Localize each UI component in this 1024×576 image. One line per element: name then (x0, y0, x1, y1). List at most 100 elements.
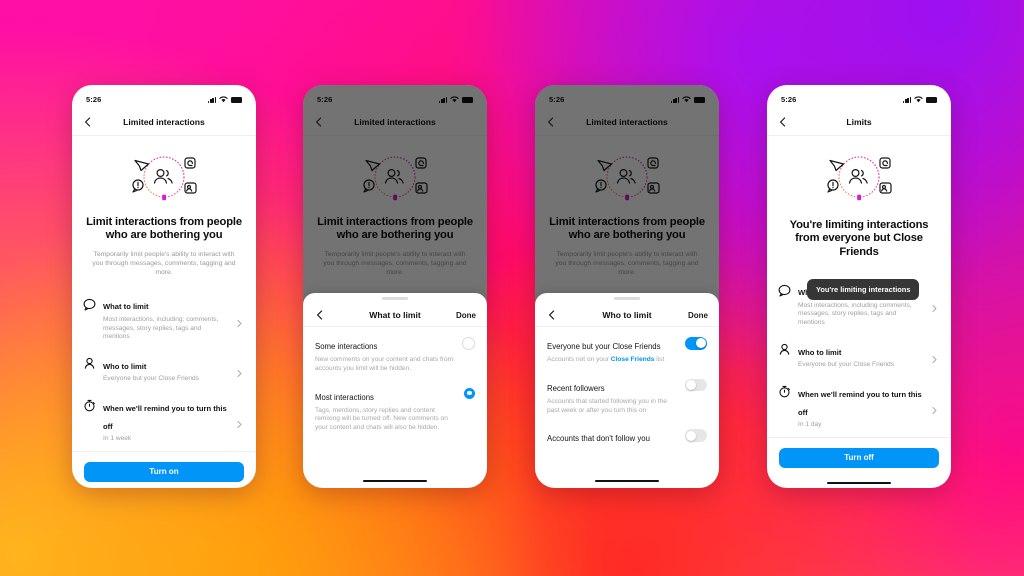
person-icon (777, 343, 791, 357)
battery-icon (231, 97, 242, 103)
toggle-title: Accounts that don't follow you (547, 434, 650, 444)
person-icon (82, 357, 96, 371)
nav-bar: Limited interactions (72, 109, 256, 136)
limits-illustration-icon (816, 150, 902, 206)
home-indicator (767, 478, 951, 488)
sheet-header: What to limit Done (303, 304, 487, 327)
back-chevron-icon[interactable] (82, 116, 94, 128)
option-title: Some interactions (315, 342, 378, 351)
timer-icon (82, 399, 96, 413)
row-title: Who to limit (103, 361, 147, 371)
sub-post: list (654, 356, 665, 363)
toggle-title: Everyone but your Close Friends (547, 342, 661, 351)
row-title: When we'll remind you to turn this off (103, 403, 227, 431)
option-most-interactions[interactable]: Most interactions Tags, mentions, story … (303, 376, 487, 435)
toggle-row-everyone-but-close-friends[interactable]: Everyone but your Close Friends Accounts… (535, 327, 719, 367)
back-chevron-icon[interactable] (545, 116, 557, 128)
signal-icon (903, 96, 911, 103)
hero-title: Limit interactions from people who are b… (86, 216, 242, 242)
sheet-grabber[interactable] (303, 293, 487, 304)
sub-pre: Accounts not on your (547, 356, 611, 363)
row-reminder[interactable]: When we'll remind you to turn this off I… (72, 391, 256, 451)
toggle-everyone-but-close-friends[interactable] (685, 337, 707, 350)
turn-off-button[interactable]: Turn off (779, 447, 939, 468)
status-time: 5:26 (86, 94, 102, 104)
toggle-non-followers[interactable] (685, 429, 707, 442)
chevron-right-icon (930, 351, 939, 364)
back-chevron-icon[interactable] (314, 309, 326, 321)
sheet-header: Who to limit Done (535, 304, 719, 327)
option-title: Most interactions (315, 392, 374, 402)
phone-2: 5:26 Limited interactions (303, 85, 487, 488)
row-title: When we'll remind you to turn this off (798, 389, 922, 417)
status-bar: 5:26 (72, 85, 256, 109)
limiting-interactions-tooltip[interactable]: You're limiting interactions (807, 279, 920, 301)
back-chevron-icon[interactable] (777, 116, 789, 128)
radio-most-interactions[interactable] (464, 387, 475, 399)
who-to-limit-sheet: Who to limit Done Everyone but your Clos… (535, 293, 719, 488)
row-subtitle: In 1 week (103, 435, 132, 443)
row-subtitle: Everyone but your Close Friends (103, 375, 200, 383)
wifi-icon (914, 95, 923, 103)
phone-1: 5:26 Limited interactions Limit interact… (72, 85, 256, 488)
row-subtitle: Most interactions, including: comments, … (103, 315, 219, 341)
wifi-icon (219, 95, 228, 103)
row-reminder[interactable]: When we'll remind you to turn this off I… (767, 377, 951, 437)
chevron-right-icon (235, 315, 244, 327)
option-subtitle: New comments on your content and chats f… (315, 356, 454, 372)
hero-subtitle: Temporarily limit people's ability to in… (92, 250, 236, 277)
chevron-right-icon (930, 402, 939, 415)
page-title: Limits (846, 117, 872, 127)
row-title: Who to limit (798, 347, 842, 357)
timer-icon (777, 385, 791, 399)
turn-on-button[interactable]: Turn on (84, 461, 244, 482)
settings-rows: What to limit Most interactions, includi… (72, 289, 256, 450)
chevron-right-icon (235, 365, 244, 378)
toggle-row-recent-followers[interactable]: Recent followers Accounts that started f… (535, 367, 719, 418)
back-chevron-icon[interactable] (313, 116, 325, 128)
status-bar: 5:26 (767, 85, 951, 109)
toggle-recent-followers[interactable] (685, 378, 707, 392)
hero-section: You're limiting interactions from everyo… (767, 136, 951, 259)
toggle-row-non-followers[interactable]: Accounts that don't follow you (535, 417, 719, 448)
close-friends-link[interactable]: Close Friends (611, 356, 655, 363)
row-title: What to limit (103, 302, 149, 312)
page-title: Limited interactions (123, 117, 205, 127)
option-subtitle: Tags, mentions, story replies and conten… (315, 406, 448, 432)
comment-icon (82, 297, 96, 311)
option-some-interactions[interactable]: Some interactions New comments on your c… (303, 327, 487, 376)
sheet-body: Some interactions New comments on your c… (303, 327, 487, 474)
phone-4: 5:26 Limits You're limiting interactions… (767, 85, 951, 488)
status-time: 5:26 (781, 94, 797, 104)
radio-some-interactions[interactable] (462, 337, 475, 350)
chevron-right-icon (930, 300, 939, 313)
nav-bar: Limits (767, 109, 951, 136)
row-what-to-limit[interactable]: What to limit Most interactions, includi… (72, 289, 256, 348)
chevron-right-icon (235, 416, 244, 429)
footer: Turn on We won't let people know you've … (72, 450, 256, 488)
row-who-to-limit[interactable]: Who to limit Everyone but your Close Fri… (767, 335, 951, 377)
row-subtitle: Most interactions, including comments, m… (798, 301, 912, 326)
toggle-title: Recent followers (547, 383, 605, 393)
hero-section: Limit interactions from people who are b… (72, 136, 256, 277)
row-who-to-limit[interactable]: Who to limit Everyone but your Close Fri… (72, 349, 256, 391)
battery-icon (926, 97, 937, 103)
sheet-grabber[interactable] (535, 293, 719, 304)
toggle-subtitle: Accounts not on your Close Friends list (547, 356, 677, 365)
phone-3: 5:26 Limited interactions (535, 85, 719, 488)
comment-icon (777, 283, 791, 297)
sheet-body: Everyone but your Close Friends Accounts… (535, 327, 719, 474)
row-subtitle: In 1 day (798, 421, 822, 429)
what-to-limit-sheet: What to limit Done Some interactions New… (303, 293, 487, 488)
home-indicator (535, 474, 719, 488)
signal-icon (208, 96, 216, 103)
footer: Turn off (767, 436, 951, 478)
toggle-subtitle: Accounts that started following you in t… (547, 397, 667, 414)
row-subtitle: Everyone but your Close Friends (798, 361, 895, 368)
home-indicator (303, 474, 487, 488)
limits-illustration-icon (121, 150, 207, 206)
hero-title: You're limiting interactions from everyo… (789, 219, 929, 258)
done-button[interactable]: Done (688, 311, 708, 320)
done-button[interactable]: Done (456, 311, 476, 320)
back-chevron-icon[interactable] (546, 309, 558, 321)
